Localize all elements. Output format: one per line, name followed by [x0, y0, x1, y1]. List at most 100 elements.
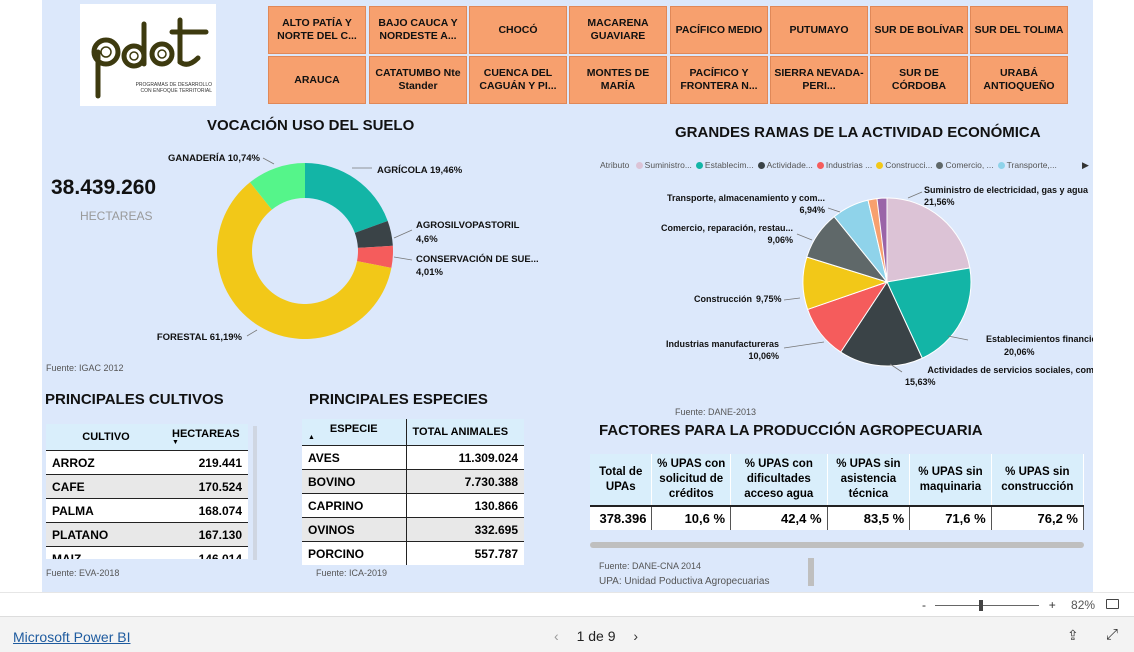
table-row[interactable]: PORCINO 557.787: [302, 541, 524, 565]
especie-cell: PORCINO: [302, 541, 407, 565]
factor-value: 76,2 %: [991, 506, 1085, 530]
factor-value: 378.396: [590, 506, 653, 530]
cultivo-cell: PALMA: [46, 498, 166, 523]
factores-scrollbar[interactable]: [590, 542, 1084, 548]
donut-leader-line: [393, 229, 413, 239]
zoom-control[interactable]: - + 82%: [922, 598, 1095, 612]
animales-cell: 11.309.024: [406, 445, 524, 470]
cultivos-source: Fuente: EVA-2018: [46, 568, 120, 578]
factor-value: 42,4 %: [730, 506, 828, 530]
pie-leader-line: [827, 207, 841, 213]
especies-table[interactable]: ESPECIE ▲ TOTAL ANIMALES AVES 11.309.024 BO…: [302, 419, 524, 565]
especie-cell: AVES: [302, 445, 407, 470]
pie-value-label: 10,06%: [748, 351, 779, 361]
table-row[interactable]: BOVINO 7.730.388: [302, 469, 524, 494]
donut-value-label: 4,6%: [416, 234, 438, 245]
table-row[interactable]: AVES 11.309.024: [302, 445, 524, 470]
cultivo-cell: PLATANO: [46, 522, 166, 547]
factores-source: Fuente: DANE-CNA 2014: [599, 561, 702, 571]
pie-value-label: 15,63%: [905, 377, 936, 387]
prev-page-icon[interactable]: ‹: [554, 628, 559, 644]
table-row[interactable]: PLATANO 167.130: [46, 522, 248, 547]
cultivos-table[interactable]: CULTIVO HECTAREAS ▼ ARROZ 219.441 CAFE 170.5…: [46, 424, 248, 559]
pie-label: Suministro de electricidad, gas y agua: [924, 185, 1089, 195]
pie-leader-line: [907, 191, 923, 199]
donut-leader-line: [246, 329, 258, 337]
pie-leader-line: [783, 341, 825, 349]
power-bi-link[interactable]: Microsoft Power BI: [13, 629, 130, 645]
report-canvas: PROGRAMAS DE DESARROLLO CON ENFOQUE TERR…: [42, 0, 1093, 592]
pie-value-label: 6,94%: [799, 205, 825, 215]
ramas-title: GRANDES RAMAS DE LA ACTIVIDAD ECONÓMICA: [675, 124, 1041, 141]
factores-table[interactable]: Total de UPAs% UPAS con solicitud de cré…: [590, 454, 1085, 530]
pie-leader-line: [783, 297, 801, 301]
zoom-in-button[interactable]: +: [1049, 598, 1056, 612]
hectareas-header[interactable]: HECTAREAS ▼: [166, 424, 248, 451]
region-button[interactable]: URABÁ ANTIOQUEÑO: [970, 56, 1068, 104]
region-button[interactable]: SUR DE BOLÍVAR: [870, 6, 968, 54]
pie-label: Industrias manufactureras: [666, 339, 779, 349]
zoom-out-button[interactable]: -: [922, 598, 926, 612]
especie-cell: OVINOS: [302, 517, 407, 542]
region-button[interactable]: SUR DEL TOLIMA: [970, 6, 1068, 54]
hectareas-cell: 146.014: [166, 546, 248, 559]
animales-cell: 130.866: [406, 493, 524, 518]
donut-leader-line: [262, 157, 275, 165]
region-button[interactable]: SIERRA NEVADA-PERI...: [770, 56, 868, 104]
table-row[interactable]: ARROZ 219.441: [46, 450, 248, 475]
factor-value: 83,5 %: [827, 506, 911, 530]
zoom-bar: - + 82%: [0, 592, 1134, 616]
factor-value: 10,6 %: [651, 506, 732, 530]
especie-header[interactable]: ESPECIE ▲: [302, 419, 407, 446]
uso-suelo-source: Fuente: IGAC 2012: [46, 363, 124, 373]
cultivos-scrollbar[interactable]: [253, 426, 257, 560]
factor-header[interactable]: % UPAS sin maquinaria: [909, 454, 992, 507]
table-row[interactable]: CAFE 170.524: [46, 474, 248, 499]
factor-header[interactable]: Total de UPAs: [590, 454, 653, 507]
next-page-icon[interactable]: ›: [633, 628, 638, 644]
share-icon[interactable]: ⇪: [1067, 627, 1079, 644]
region-button[interactable]: PUTUMAYO: [770, 6, 868, 54]
especies-source: Fuente: ICA-2019: [316, 568, 388, 578]
factores-title: FACTORES PARA LA PRODUCCIÓN AGROPECUARIA: [599, 422, 983, 439]
factor-header[interactable]: % UPAS sin construcción: [991, 454, 1085, 507]
bottom-bar: Microsoft Power BI ‹ 1 de 9 › ⇪ ⤢: [0, 616, 1134, 652]
hectareas-cell: 170.524: [166, 474, 248, 499]
factor-header[interactable]: % UPAS con dificultades acceso agua: [730, 454, 828, 507]
zoom-level: 82%: [1071, 598, 1096, 612]
region-button[interactable]: PACÍFICO Y FRONTERA N...: [670, 56, 768, 104]
region-button[interactable]: PACÍFICO MEDIO: [670, 6, 768, 54]
table-row[interactable]: CAPRINO 130.866: [302, 493, 524, 518]
animales-cell: 557.787: [406, 541, 524, 565]
table-row[interactable]: PALMA 168.074: [46, 498, 248, 523]
factor-header[interactable]: % UPAS sin asistencia técnica: [827, 454, 911, 507]
zoom-slider-handle[interactable]: [979, 600, 984, 612]
table-row[interactable]: OVINOS 332.695: [302, 517, 524, 542]
factor-value: 71,6 %: [909, 506, 992, 530]
pie-slice[interactable]: [886, 197, 971, 283]
animales-cell: 332.695: [406, 517, 524, 542]
donut-label: AGROSILVOPASTORIL: [416, 220, 520, 231]
pie-label: Establecimientos financieros, s...: [986, 334, 1093, 344]
canvas-scroll-handle[interactable]: [808, 558, 814, 586]
especie-cell: CAPRINO: [302, 493, 407, 518]
hectareas-cell: 167.130: [166, 522, 248, 547]
uso-suelo-donut-chart[interactable]: AGRÍCOLA 19,46% AGROSILVOPASTORIL 4,6% CONS…: [42, 0, 602, 380]
animales-cell: 7.730.388: [406, 469, 524, 494]
cultivo-header[interactable]: CULTIVO: [46, 424, 166, 451]
fit-to-page-icon[interactable]: [1106, 599, 1119, 609]
table-row[interactable]: MAIZ 146.014: [46, 546, 248, 559]
total-animales-header[interactable]: TOTAL ANIMALES: [406, 419, 524, 446]
ramas-pie-chart[interactable]: Suministro de electricidad, gas y agua 21…: [572, 150, 1093, 410]
page-navigator: ‹ 1 de 9 ›: [540, 628, 652, 644]
donut-label: AGRÍCOLA 19,46%: [377, 165, 463, 176]
pie-label: Construcción: [694, 294, 752, 304]
donut-slice[interactable]: [305, 163, 388, 233]
region-button[interactable]: SUR DE CÓRDOBA: [870, 56, 968, 104]
hectareas-cell: 168.074: [166, 498, 248, 523]
zoom-slider[interactable]: [935, 600, 1040, 612]
fullscreen-icon[interactable]: ⤢: [1106, 626, 1118, 643]
factor-header[interactable]: % UPAS con solicitud de créditos: [651, 454, 732, 507]
cultivo-cell: CAFE: [46, 474, 166, 499]
cultivo-cell: ARROZ: [46, 450, 166, 475]
